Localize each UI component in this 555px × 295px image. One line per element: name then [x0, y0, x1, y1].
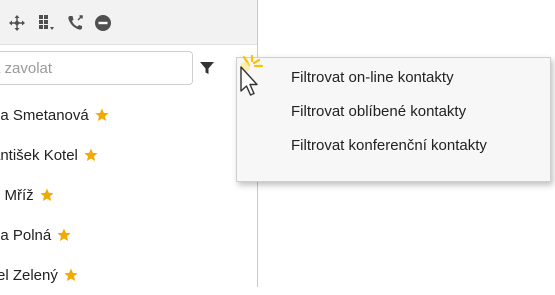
contact-name: rel Zelený — [0, 266, 58, 284]
list-item[interactable]: na Polná — [0, 215, 257, 255]
menu-item-filter-online[interactable]: Filtrovat on-line kontakty — [291, 69, 454, 89]
search-field[interactable] — [0, 51, 193, 85]
sidebar-toolbar — [0, 0, 257, 45]
filter-icon[interactable] — [199, 60, 215, 76]
menu-item-filter-conference[interactable]: Filtrovat konferenční kontakty — [291, 137, 487, 157]
contact-name: antišek Kotel — [0, 146, 78, 164]
contact-name: na Smetanová — [0, 106, 89, 124]
star-icon — [40, 188, 54, 202]
star-icon — [57, 228, 71, 242]
phone-forward-icon[interactable] — [67, 14, 85, 32]
list-item[interactable]: na Smetanová — [0, 95, 257, 135]
contact-name: n Mříž — [0, 186, 34, 204]
filter-dropdown-menu: Filtrovat on-line kontakty Filtrovat obl… — [236, 57, 551, 182]
mouse-cursor-icon — [230, 55, 270, 105]
list-item[interactable]: antišek Kotel — [0, 135, 257, 175]
move-icon[interactable] — [8, 14, 26, 32]
dialpad-icon[interactable] — [38, 14, 56, 32]
star-icon — [95, 108, 109, 122]
contact-name: na Polná — [0, 226, 52, 244]
star-icon — [84, 148, 98, 162]
contact-list: na Smetanová antišek Kotel n Mříž na Pol… — [0, 95, 257, 295]
menu-item-filter-favorites[interactable]: Filtrovat oblíbené kontakty — [291, 103, 466, 123]
star-icon — [64, 268, 78, 282]
list-item[interactable]: n Mříž — [0, 175, 257, 215]
minus-circle-icon[interactable] — [94, 14, 112, 32]
list-item[interactable]: rel Zelený — [0, 255, 257, 295]
contacts-sidebar: na Smetanová antišek Kotel n Mříž na Pol… — [0, 0, 258, 287]
search-input[interactable] — [0, 52, 184, 84]
